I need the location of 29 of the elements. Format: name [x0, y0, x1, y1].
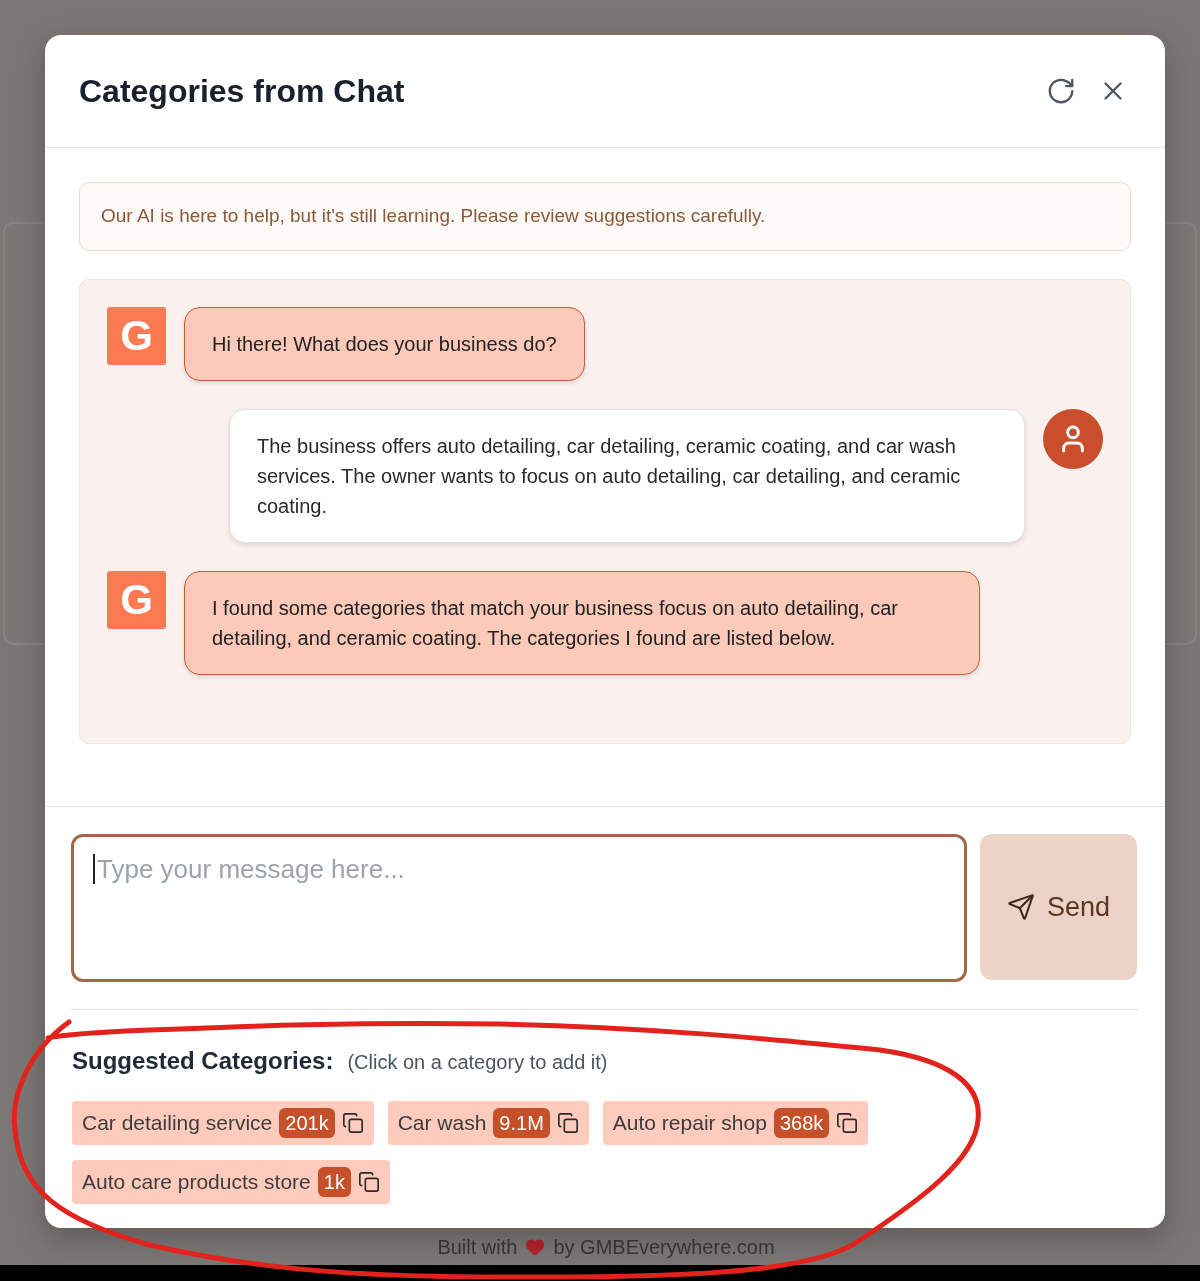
count-badge: 368k	[773, 1108, 830, 1138]
assistant-message-bubble: I found some categories that match your business focus on auto detailing, car detailing, and ceramic coating. The categories I found are listed below.	[184, 571, 980, 675]
copy-icon[interactable]	[341, 1112, 364, 1134]
suggestions-heading: Suggested Categories:	[72, 1046, 334, 1076]
suggestions-hint: (Click on a category to add it)	[347, 1050, 608, 1075]
count-badge: 1k	[317, 1167, 351, 1197]
copy-icon[interactable]	[836, 1112, 859, 1134]
count-badge: 9.1M	[493, 1108, 550, 1138]
footer-text: Built with	[437, 1236, 518, 1258]
category-chip[interactable]: Auto care products store 1k	[72, 1160, 390, 1204]
send-button[interactable]: Send	[980, 834, 1137, 980]
copy-icon[interactable]	[357, 1171, 380, 1193]
heart-icon	[525, 1237, 546, 1257]
copy-icon[interactable]	[556, 1112, 579, 1134]
assistant-message-bubble: Hi there! What does your business do?	[184, 307, 585, 381]
user-avatar-icon	[1043, 409, 1103, 469]
dialog-title: Categories from Chat	[79, 72, 405, 111]
assistant-avatar: G	[107, 307, 166, 365]
category-chip[interactable]: Car detailing service 201k	[72, 1101, 374, 1145]
refresh-icon	[1046, 76, 1076, 106]
assistant-avatar: G	[107, 571, 166, 629]
footer-text: by GMBEverywhere.com	[553, 1236, 775, 1258]
notice-banner: Our AI is here to help, but it's still learning. Please review suggestions carefully.	[79, 182, 1131, 251]
send-icon	[1006, 893, 1035, 921]
count-badge: 201k	[279, 1108, 335, 1138]
message-input[interactable]: Type your message here...	[71, 834, 967, 982]
category-chip[interactable]: Car wash 9.1M	[387, 1101, 589, 1145]
category-chip[interactable]: Auto repair shop 368k	[602, 1101, 869, 1145]
user-message-bubble: The business offers auto detailing, car detailing, ceramic coating, and car wash services. The owner wants to focus on auto detailing, car detailing, and ceramic coating.	[229, 409, 1025, 543]
